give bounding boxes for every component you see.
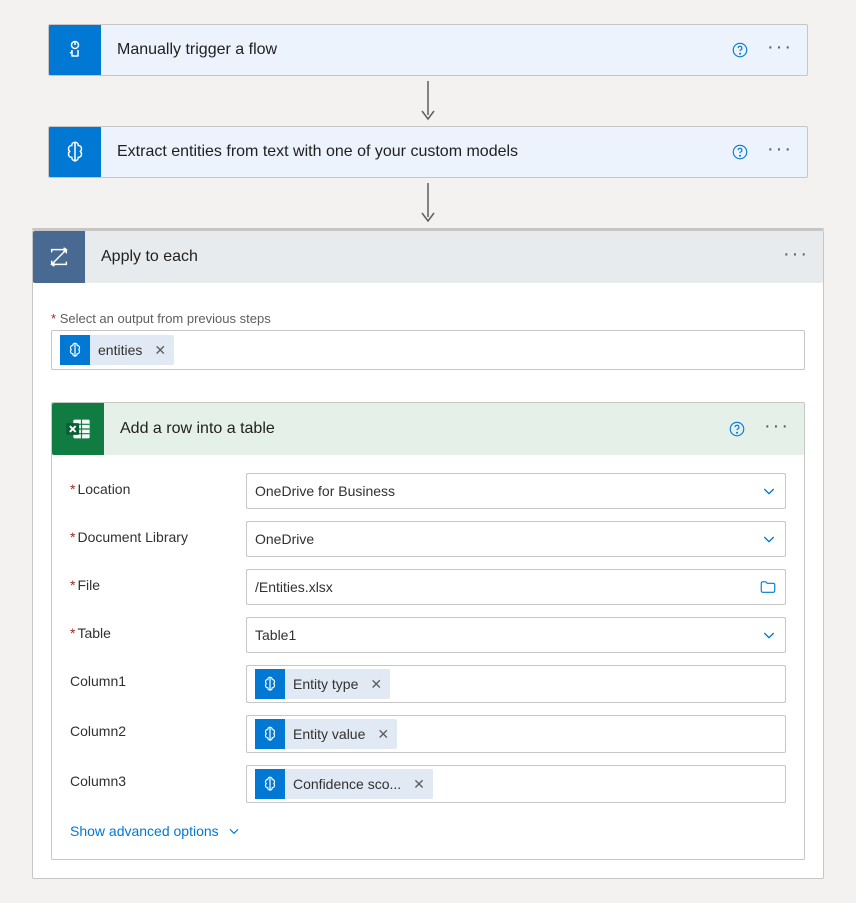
doclib-value: OneDrive (255, 531, 314, 547)
brain-icon (255, 719, 285, 749)
token-entity-value[interactable]: Entity value ✕ (255, 719, 397, 749)
col3-label: Column3 (70, 773, 126, 789)
table-dropdown[interactable]: Table1 (246, 617, 786, 653)
token-remove[interactable]: ✕ (366, 676, 382, 693)
table-label: Table (77, 625, 110, 641)
field-table: *Table Table1 (70, 617, 786, 653)
token-confidence-score[interactable]: Confidence sco... ✕ (255, 769, 433, 799)
file-value: /Entities.xlsx (255, 579, 333, 595)
apply-to-each-header[interactable]: Apply to each ··· (33, 231, 823, 283)
doclib-dropdown[interactable]: OneDrive (246, 521, 786, 557)
col3-input[interactable]: Confidence sco... ✕ (246, 765, 786, 803)
add-row-title: Add a row into a table (104, 420, 728, 438)
col2-input[interactable]: Entity value ✕ (246, 715, 786, 753)
token-entity-type[interactable]: Entity type ✕ (255, 669, 390, 699)
brain-icon (255, 769, 285, 799)
file-picker[interactable]: /Entities.xlsx (246, 569, 786, 605)
chevron-down-icon (761, 531, 777, 547)
doclib-label: Document Library (77, 529, 188, 545)
token-remove[interactable]: ✕ (150, 342, 166, 359)
excel-icon (52, 403, 104, 455)
extract-entities-card[interactable]: Extract entities from text with one of y… (48, 126, 808, 178)
table-value: Table1 (255, 627, 296, 643)
field-file: *File /Entities.xlsx (70, 569, 786, 605)
connector-arrow (48, 76, 808, 126)
help-icon[interactable] (728, 420, 746, 438)
chevron-down-icon (761, 483, 777, 499)
apply-to-each-title: Apply to each (85, 248, 783, 266)
field-column1: Column1 Entity type ✕ (70, 665, 786, 703)
chevron-down-icon (761, 627, 777, 643)
token-label: entities (98, 342, 142, 358)
trigger-card[interactable]: Manually trigger a flow ··· (48, 24, 808, 76)
select-output-label: * Select an output from previous steps (51, 311, 805, 326)
show-advanced-options[interactable]: Show advanced options (70, 817, 786, 845)
trigger-title: Manually trigger a flow (101, 41, 731, 59)
help-icon[interactable] (731, 41, 749, 59)
chevron-down-icon (227, 824, 241, 838)
brain-icon (60, 335, 90, 365)
connector-arrow (48, 178, 808, 228)
col2-label: Column2 (70, 723, 126, 739)
token-remove[interactable]: ✕ (409, 776, 425, 793)
location-value: OneDrive for Business (255, 483, 395, 499)
extract-title: Extract entities from text with one of y… (101, 143, 731, 161)
field-column3: Column3 Confidence sco... ✕ (70, 765, 786, 803)
field-doclib: *Document Library OneDrive (70, 521, 786, 557)
apply-to-each-input[interactable]: entities ✕ (51, 330, 805, 370)
add-row-header[interactable]: Add a row into a table ··· (52, 403, 804, 455)
apply-to-each-container: Apply to each ··· * Select an output fro… (32, 230, 824, 879)
folder-icon[interactable] (759, 578, 777, 596)
location-label: Location (77, 481, 130, 497)
token-label: Entity type (293, 676, 358, 692)
more-menu[interactable]: ··· (767, 37, 793, 63)
loop-icon (33, 231, 85, 283)
more-menu[interactable]: ··· (767, 139, 793, 165)
token-label: Entity value (293, 726, 365, 742)
brain-icon (49, 126, 101, 178)
field-location: *Location OneDrive for Business (70, 473, 786, 509)
brain-icon (255, 669, 285, 699)
col1-label: Column1 (70, 673, 126, 689)
add-row-card: Add a row into a table ··· *Location One… (51, 402, 805, 860)
token-remove[interactable]: ✕ (373, 726, 389, 743)
help-icon[interactable] (731, 143, 749, 161)
more-menu[interactable]: ··· (764, 416, 790, 442)
location-dropdown[interactable]: OneDrive for Business (246, 473, 786, 509)
tap-icon (49, 24, 101, 76)
field-column2: Column2 Entity value ✕ (70, 715, 786, 753)
token-entities[interactable]: entities ✕ (60, 335, 174, 365)
more-menu[interactable]: ··· (783, 244, 809, 270)
token-label: Confidence sco... (293, 776, 401, 792)
file-label: File (77, 577, 100, 593)
col1-input[interactable]: Entity type ✕ (246, 665, 786, 703)
